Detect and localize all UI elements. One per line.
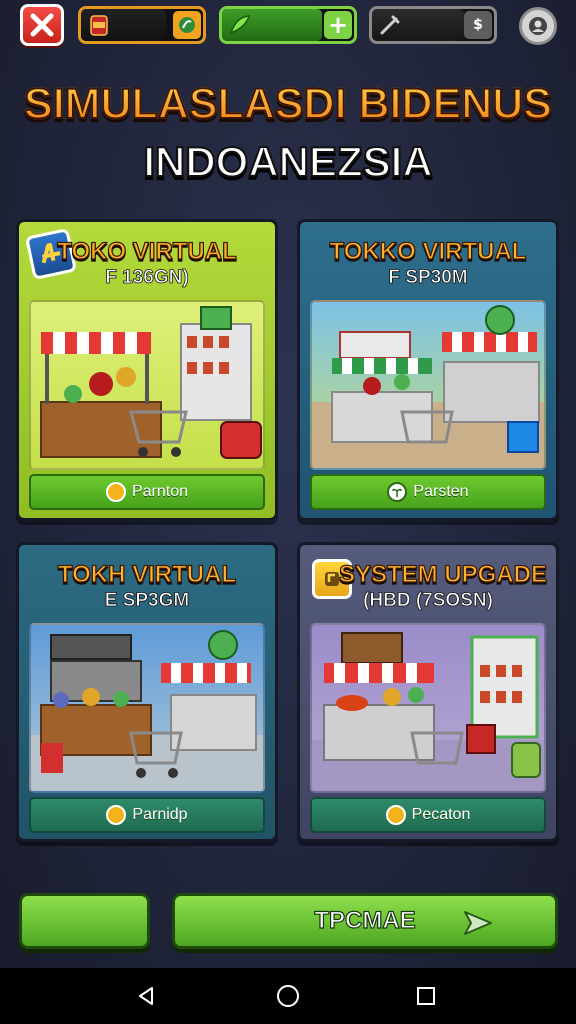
plant-icon bbox=[387, 482, 408, 502]
coin-resource-bar bbox=[78, 6, 206, 44]
tool-currency-button[interactable]: $ bbox=[464, 11, 492, 39]
store-scene-image bbox=[310, 300, 546, 470]
gem-icon bbox=[229, 15, 251, 35]
card-subtitle: E SP3GM bbox=[104, 590, 190, 612]
coin-add-button[interactable] bbox=[173, 11, 201, 39]
home-circle-icon bbox=[277, 985, 299, 1007]
card-action-label: Parnidp bbox=[132, 806, 188, 823]
game-title: SIMULASLASDI BIDENUS bbox=[0, 79, 576, 129]
store-card-2[interactable]: TOKKO VIRTUAL F SP30M Parsten bbox=[297, 219, 559, 521]
avatar-icon bbox=[529, 17, 547, 35]
store-scene-image bbox=[29, 623, 265, 793]
card-subtitle: F 136GN) bbox=[105, 267, 189, 289]
recents-square-icon bbox=[417, 987, 435, 1005]
arrow-right-icon bbox=[464, 911, 492, 935]
card-title: TOKO VIRTUAL bbox=[57, 237, 238, 265]
nav-back-button[interactable] bbox=[130, 980, 162, 1012]
back-triangle-icon bbox=[139, 987, 153, 1005]
card-title: TOKH VIRTUAL bbox=[57, 560, 237, 588]
game-subtitle: INDOANEZSIA bbox=[142, 137, 433, 186]
upgrade-card[interactable]: SYSTEM UPGADE (HBD (7SOSN) Pecaton bbox=[297, 542, 559, 842]
tool-resource-bar: $ bbox=[369, 6, 497, 44]
continue-button-label: TPCMAE bbox=[314, 906, 417, 934]
store-card-3[interactable]: TOKH VIRTUAL E SP3GM Parnidp bbox=[16, 542, 278, 842]
card-action-label: Parsten bbox=[413, 483, 469, 500]
card-action-button[interactable]: Parnidp bbox=[29, 797, 265, 833]
card-title: SYSTEM UPGADE bbox=[338, 560, 548, 588]
card-subtitle: (HBD (7SOSN) bbox=[363, 590, 494, 612]
card-action-button[interactable]: Parsten bbox=[310, 474, 546, 510]
close-button[interactable] bbox=[20, 4, 64, 46]
store-scene-image bbox=[29, 300, 265, 470]
gem-add-button[interactable]: + bbox=[324, 11, 352, 39]
card-action-label: Parnton bbox=[131, 483, 189, 500]
sword-icon bbox=[380, 15, 400, 35]
gem-resource-bar: + bbox=[219, 6, 357, 44]
top-bar: + $ bbox=[0, 0, 576, 52]
coin-icon bbox=[105, 482, 126, 502]
card-action-button[interactable]: Pecaton bbox=[310, 797, 546, 833]
continue-button[interactable]: TPCMAE bbox=[172, 893, 558, 949]
profile-button[interactable] bbox=[519, 7, 557, 45]
card-subtitle: F SP30M bbox=[388, 267, 468, 289]
nav-home-button[interactable] bbox=[272, 980, 304, 1012]
card-action-label: Pecaton bbox=[411, 806, 471, 823]
card-action-button[interactable]: Parnton bbox=[29, 474, 265, 510]
leaf-icon bbox=[179, 17, 195, 33]
jar-icon bbox=[90, 15, 108, 36]
store-card-1[interactable]: TOKO VIRTUAL F 136GN) Parnton bbox=[16, 219, 278, 521]
system-nav-bar bbox=[0, 968, 576, 1024]
nav-recents-button[interactable] bbox=[410, 980, 442, 1012]
store-scene-image bbox=[310, 623, 546, 793]
secondary-button[interactable] bbox=[19, 893, 150, 949]
close-icon bbox=[30, 13, 54, 37]
moon-icon bbox=[106, 805, 127, 825]
coin-icon bbox=[385, 805, 406, 825]
card-title: TOKKO VIRTUAL bbox=[329, 237, 527, 265]
